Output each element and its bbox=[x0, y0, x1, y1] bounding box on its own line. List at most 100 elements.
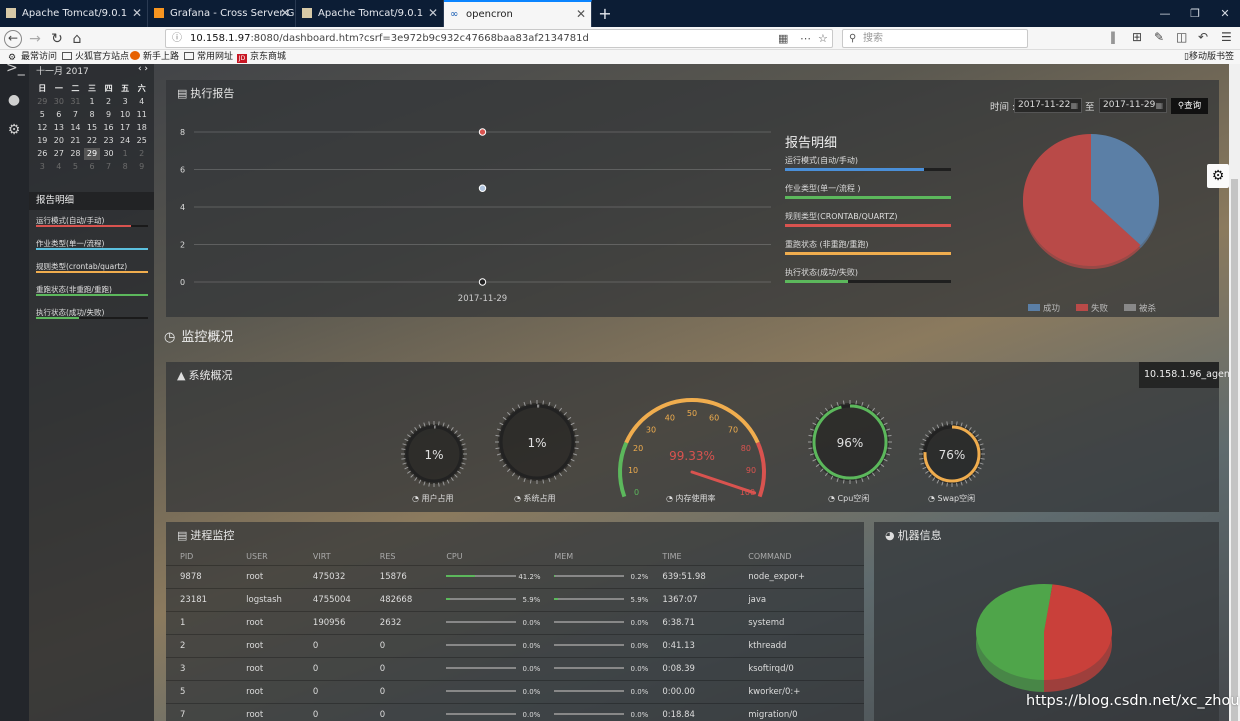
restore-button[interactable]: ❐ bbox=[1180, 0, 1210, 27]
calendar-day[interactable]: 10 bbox=[117, 109, 134, 121]
page-actions-icon[interactable]: ⋯ bbox=[800, 30, 811, 47]
calendar-day[interactable]: 6 bbox=[84, 161, 101, 173]
line-point[interactable] bbox=[478, 278, 487, 286]
calendar-day[interactable]: 29 bbox=[83, 148, 101, 160]
chat-icon[interactable]: ✎ bbox=[1154, 30, 1164, 44]
column-header[interactable]: TIME bbox=[648, 549, 734, 565]
column-header[interactable]: COMMAND bbox=[734, 549, 864, 565]
calendar-day[interactable]: 21 bbox=[67, 135, 84, 147]
calendar-day[interactable]: 26 bbox=[34, 148, 51, 160]
calendar-day[interactable]: 31 bbox=[67, 96, 84, 108]
date-to-input[interactable]: 2017-11-29 ▦ bbox=[1099, 98, 1167, 113]
calendar-day[interactable]: 11 bbox=[133, 109, 150, 121]
qr-code-icon[interactable]: ▦ bbox=[778, 30, 788, 47]
menu-icon[interactable]: ☰ bbox=[1221, 30, 1232, 44]
calendar-day[interactable]: 17 bbox=[117, 122, 134, 134]
bookmark-star-icon[interactable]: ☆ bbox=[818, 30, 828, 47]
column-header[interactable]: PID bbox=[166, 549, 232, 565]
calendar-day[interactable]: 19 bbox=[34, 135, 51, 147]
library-icon[interactable]: ‖ bbox=[1110, 30, 1116, 44]
settings-icon[interactable]: ⚙ bbox=[6, 122, 22, 138]
close-tab-icon[interactable]: ✕ bbox=[576, 2, 586, 27]
calendar-day[interactable]: 2 bbox=[133, 148, 150, 160]
calendar-day[interactable]: 5 bbox=[67, 161, 84, 173]
reload-button[interactable]: ↻ bbox=[48, 30, 66, 48]
page-info-icon[interactable]: ⓘ bbox=[172, 30, 182, 47]
user-icon[interactable]: ● bbox=[6, 92, 22, 108]
calendar-day[interactable]: 4 bbox=[51, 161, 68, 173]
legend-item[interactable]: 失败 bbox=[1076, 304, 1116, 314]
column-header[interactable]: RES bbox=[366, 549, 433, 565]
close-tab-icon[interactable]: ✕ bbox=[428, 0, 438, 27]
calendar-day[interactable]: 6 bbox=[51, 109, 68, 121]
calendar-day[interactable]: 3 bbox=[34, 161, 51, 173]
browser-tab[interactable]: ∞ opencron ✕ bbox=[444, 0, 592, 27]
bookmark-most-visited[interactable]: ⚙ 最常访问 bbox=[8, 50, 57, 64]
calendar-day[interactable]: 9 bbox=[100, 109, 117, 121]
scrollbar-thumb[interactable] bbox=[1231, 179, 1238, 721]
new-tab-button[interactable]: + bbox=[592, 0, 618, 27]
bookmark-mobile[interactable]: ▯移动版书签 bbox=[1184, 50, 1234, 64]
calendar-day[interactable]: 16 bbox=[100, 122, 117, 134]
calendar-day[interactable]: 4 bbox=[133, 96, 150, 108]
calendar-day[interactable]: 28 bbox=[67, 148, 84, 160]
calendar-day[interactable]: 7 bbox=[67, 109, 84, 121]
host-select[interactable]: 10.158.1.96_agent ▾ bbox=[1139, 362, 1240, 388]
close-tab-icon[interactable]: ✕ bbox=[132, 0, 142, 27]
terminal-icon[interactable]: >_ bbox=[6, 64, 25, 76]
column-header[interactable]: MEM bbox=[540, 549, 648, 565]
url-bar[interactable]: ⓘ 10.158.1.97:8080/dashboard.htm?csrf=3e… bbox=[165, 29, 833, 48]
calendar-day[interactable]: 9 bbox=[133, 161, 150, 173]
calendar-nav-icons[interactable]: ‹ › bbox=[138, 64, 148, 74]
bookmark-getting-started[interactable]: 新手上路 bbox=[130, 50, 179, 64]
calendar-day[interactable]: 15 bbox=[84, 122, 101, 134]
calendar-day[interactable]: 22 bbox=[84, 135, 101, 147]
calendar-day[interactable]: 30 bbox=[51, 96, 68, 108]
calendar-day[interactable]: 13 bbox=[51, 122, 68, 134]
legend-item[interactable]: 成功 bbox=[1028, 304, 1068, 314]
table-row[interactable]: 7 root 0 0 0.0% 0.0% 0:18.84 migration/0 bbox=[166, 702, 864, 721]
back-button[interactable]: ← bbox=[4, 30, 22, 48]
calendar-day[interactable]: 8 bbox=[84, 109, 101, 121]
search-input[interactable]: ⚲ 搜索 bbox=[842, 29, 1028, 48]
column-header[interactable]: VIRT bbox=[299, 549, 366, 565]
close-window-button[interactable]: ✕ bbox=[1210, 0, 1240, 27]
column-header[interactable]: CPU bbox=[432, 549, 540, 565]
bookmark-firefox-site[interactable]: 火狐官方站点 bbox=[62, 50, 129, 64]
column-header[interactable]: USER bbox=[232, 549, 299, 565]
close-tab-icon[interactable]: ✕ bbox=[280, 0, 290, 27]
calendar-day[interactable]: 29 bbox=[34, 96, 51, 108]
table-row[interactable]: 2 root 0 0 0.0% 0.0% 0:41.13 kthreadd bbox=[166, 633, 864, 657]
line-point[interactable] bbox=[478, 184, 487, 192]
bookmark-common-sites[interactable]: 常用网址 bbox=[184, 50, 233, 64]
table-row[interactable]: 5 root 0 0 0.0% 0.0% 0:00.00 kworker/0:+ bbox=[166, 679, 864, 703]
calendar-day[interactable]: 18 bbox=[133, 122, 150, 134]
table-row[interactable]: 3 root 0 0 0.0% 0.0% 0:08.39 ksoftirqd/0 bbox=[166, 656, 864, 680]
query-button[interactable]: ⚲查询 bbox=[1171, 98, 1208, 114]
legend-item[interactable]: 被杀 bbox=[1124, 304, 1164, 314]
table-row[interactable]: 1 root 190956 2632 0.0% 0.0% 6:38.71 systemd bbox=[166, 610, 864, 634]
calendar-day[interactable]: 8 bbox=[117, 161, 134, 173]
calendar-day[interactable]: 14 bbox=[67, 122, 84, 134]
calendar-day[interactable]: 7 bbox=[100, 161, 117, 173]
forward-button[interactable]: → bbox=[26, 30, 44, 48]
calendar-day[interactable]: 1 bbox=[84, 96, 101, 108]
screenshot-icon[interactable]: ⊞ bbox=[1132, 30, 1142, 44]
calendar-day[interactable]: 12 bbox=[34, 122, 51, 134]
calendar-day[interactable]: 1 bbox=[117, 148, 134, 160]
calendar-day[interactable]: 20 bbox=[51, 135, 68, 147]
line-point[interactable] bbox=[478, 128, 487, 136]
calendar-day[interactable]: 5 bbox=[34, 109, 51, 121]
table-row[interactable]: 9878 root 475032 15876 41.2% 0.2% 639:51.98 nod… bbox=[166, 564, 864, 588]
browser-tab[interactable]: Grafana - Cross Server Graph✕ bbox=[148, 0, 296, 27]
calendar-day[interactable]: 2 bbox=[100, 96, 117, 108]
date-from-input[interactable]: 2017-11-22 ▦ bbox=[1014, 98, 1082, 113]
browser-tab[interactable]: Apache Tomcat/9.0.1 ✕ bbox=[0, 0, 148, 27]
calendar-day[interactable]: 27 bbox=[51, 148, 68, 160]
undo-icon[interactable]: ↶ bbox=[1198, 30, 1208, 44]
calendar-day[interactable]: 3 bbox=[117, 96, 134, 108]
settings-gear-button[interactable]: ⚙ bbox=[1207, 164, 1229, 188]
home-button[interactable]: ⌂ bbox=[68, 30, 86, 48]
browser-tab[interactable]: Apache Tomcat/9.0.1 ✕ bbox=[296, 0, 444, 27]
table-row[interactable]: 23181 logstash 4755004 482668 5.9% 5.9% 1367:0… bbox=[166, 587, 864, 611]
